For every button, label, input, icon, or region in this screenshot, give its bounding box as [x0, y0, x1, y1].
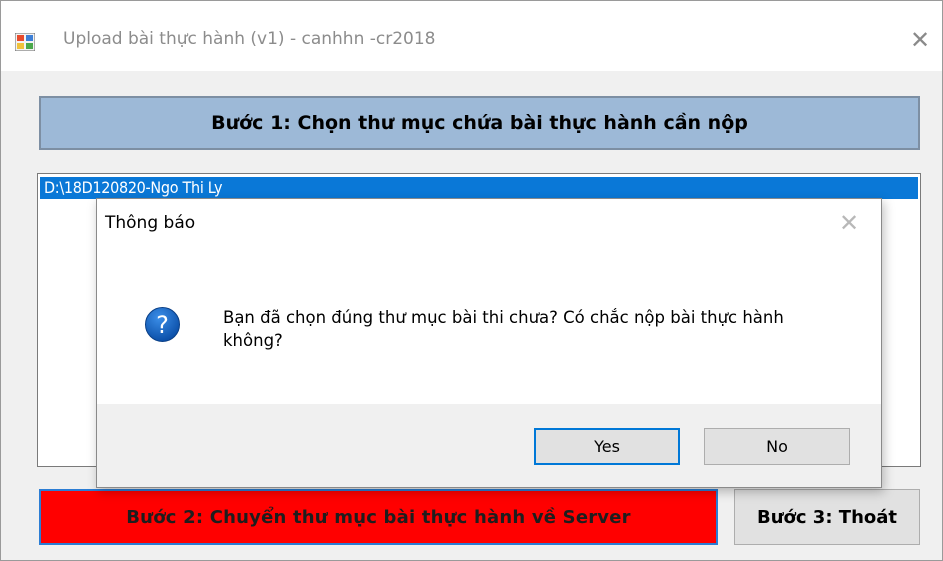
- yes-button[interactable]: Yes: [534, 428, 680, 465]
- confirm-dialog: Thông báo ✕ ? Bạn đã chọn đúng thư mục b…: [96, 198, 882, 488]
- dialog-button-bar: Yes No: [97, 404, 881, 487]
- step3-exit-button[interactable]: Bước 3: Thoát: [734, 489, 920, 545]
- window-close-icon[interactable]: ✕: [909, 28, 931, 52]
- app-icon: [15, 33, 35, 51]
- dialog-title: Thông báo: [105, 213, 196, 233]
- title-bar: Upload bài thực hành (v1) - canhhn -cr20…: [1, 1, 942, 71]
- step1-select-folder-button[interactable]: Bước 1: Chọn thư mục chứa bài thực hành …: [39, 96, 920, 150]
- window-title: Upload bài thực hành (v1) - canhhn -cr20…: [63, 29, 436, 49]
- dialog-close-icon[interactable]: ✕: [837, 211, 861, 235]
- step2-upload-button[interactable]: Bước 2: Chuyển thư mục bài thực hành về …: [39, 489, 718, 545]
- question-icon: ?: [145, 307, 180, 342]
- dialog-message: Bạn đã chọn đúng thư mục bài thi chưa? C…: [223, 308, 784, 350]
- no-button[interactable]: No: [704, 428, 850, 465]
- svg-text:?: ?: [156, 311, 169, 339]
- folder-list-item[interactable]: D:\18D120820-Ngo Thi Ly: [40, 177, 918, 199]
